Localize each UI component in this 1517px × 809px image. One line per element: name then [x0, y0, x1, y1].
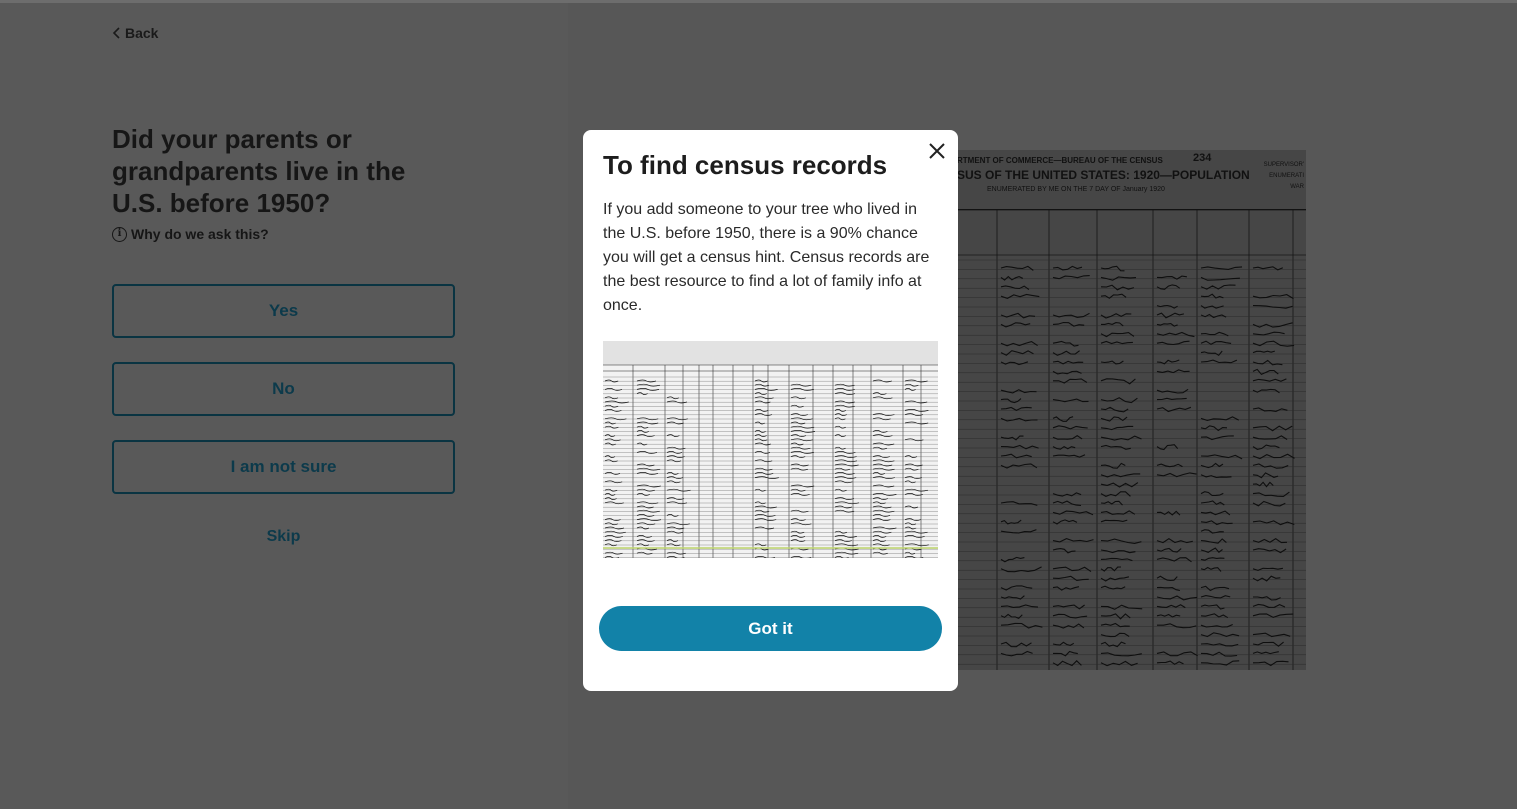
option-yes-button[interactable]: Yes: [112, 284, 455, 338]
census-sample-drawing: [603, 341, 938, 558]
option-not-sure-button[interactable]: I am not sure: [112, 440, 455, 494]
modal-title: To find census records: [603, 150, 888, 180]
back-label: Back: [125, 25, 159, 41]
got-it-button[interactable]: Got it: [599, 606, 942, 651]
back-link[interactable]: Back: [112, 25, 158, 41]
skip-link[interactable]: Skip: [112, 528, 455, 546]
chevron-left-icon: [112, 27, 120, 39]
census-record-image: RTMENT OF COMMERCE—BUREAU OF THE CENSUS …: [957, 150, 1306, 670]
census-grid: [957, 209, 1306, 670]
info-icon: i: [112, 226, 127, 242]
why-ask-link[interactable]: i Why do we ask this?: [112, 226, 269, 242]
close-icon[interactable]: [927, 141, 947, 161]
census-info-modal: To find census records If you add someon…: [583, 130, 958, 691]
why-ask-label: Why do we ask this?: [131, 226, 269, 242]
census-sample-image: [603, 341, 938, 558]
option-no-button[interactable]: No: [112, 362, 455, 416]
question-title: Did your parents or grandparents live in…: [112, 124, 406, 218]
modal-body-text: If you add someone to your tree who live…: [603, 201, 930, 314]
